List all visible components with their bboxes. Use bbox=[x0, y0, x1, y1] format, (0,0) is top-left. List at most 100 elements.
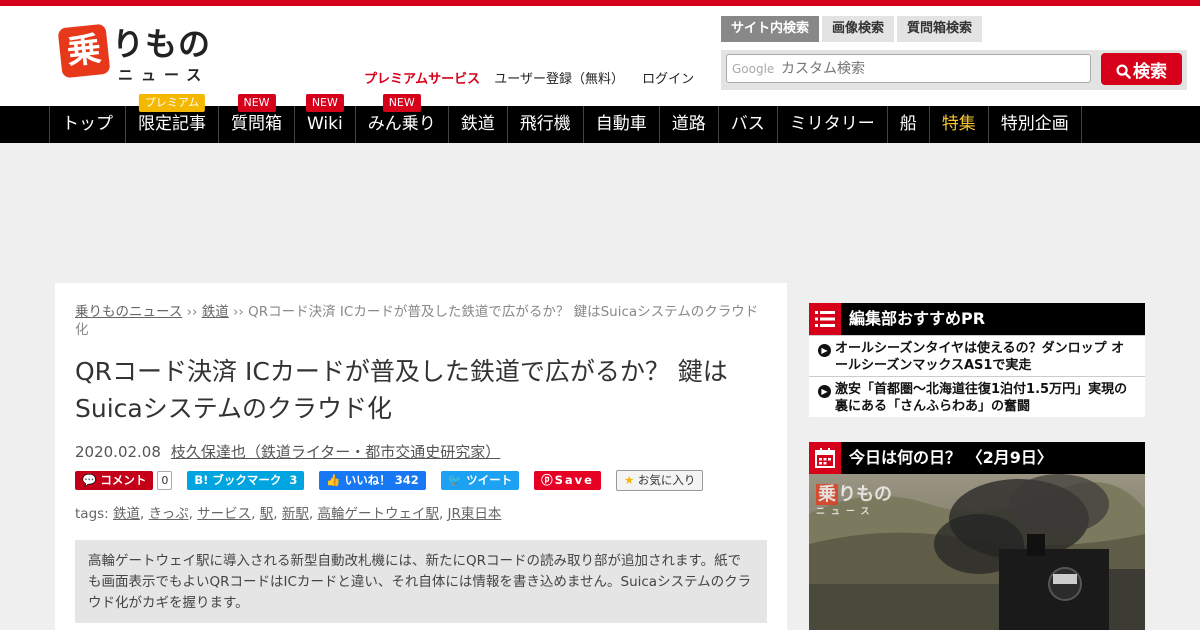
nav-item-wiki[interactable]: NEW Wiki bbox=[294, 94, 355, 143]
hatena-bookmark-button[interactable]: B! ブックマーク 3 bbox=[187, 471, 305, 490]
header-links: プレミアムサービス ユーザー登録（無料） ログイン bbox=[364, 68, 708, 87]
site-logo[interactable]: 乗 りもの ニュース bbox=[57, 23, 230, 86]
nav-label: 質問箱 bbox=[231, 114, 282, 134]
article-meta: 2020.02.08 枝久保達也（鉄道ライター・都市交通史研究家） bbox=[75, 441, 500, 462]
nav-item-feature[interactable]: 特集 bbox=[928, 106, 988, 143]
site-header: 乗 りもの ニュース プレミアムサービス ユーザー登録（無料） ログイン サイト… bbox=[0, 6, 1200, 106]
nav-label: トップ bbox=[62, 114, 113, 134]
nav-label: 船 bbox=[899, 114, 917, 134]
calendar-icon bbox=[809, 442, 841, 474]
share-buttons: 💬 コメント 0 B! ブックマーク 3 👍 いいね！ 342 🐦 ツイート ⓟ… bbox=[75, 470, 707, 491]
nav-label: 限定記事 bbox=[138, 114, 206, 134]
nav-label: みん乗り bbox=[367, 114, 436, 134]
tab-question-search[interactable]: 質問箱検索 bbox=[897, 16, 983, 42]
tag-link[interactable]: サービス bbox=[197, 506, 251, 522]
hatena-count: 3 bbox=[289, 473, 298, 487]
breadcrumb-home[interactable]: 乗りものニュース bbox=[75, 304, 182, 320]
pr-item[interactable]: ▶ 激安「首都圏～北海道往復1泊付1.5万円」実現の裏にある「さんふらわあ」の奮闘 bbox=[809, 376, 1145, 417]
tag-link[interactable]: 新駅 bbox=[282, 506, 309, 522]
pr-box: 編集部おすすめPR ▶ オールシーズンタイヤは使えるの？ダンロップ オールシーズン… bbox=[809, 303, 1145, 417]
comment-button[interactable]: 💬 コメント bbox=[75, 471, 154, 490]
logo-kana: りもの bbox=[112, 25, 212, 63]
nav-list: トップ プレミアム 限定記事 NEW 質問箱 NEW Wiki NEW みん乗り 鉄道 … bbox=[49, 94, 1082, 143]
today-box-title: 今日は何の日？ 〈2月9日〉 bbox=[849, 448, 1053, 467]
like-label: いいね！ bbox=[344, 473, 391, 487]
facebook-like-button[interactable]: 👍 いいね！ 342 bbox=[319, 471, 426, 490]
pr-item-text: 激安「首都圏～北海道往復1泊付1.5万円」実現の裏にある「さんふらわあ」の奮闘 bbox=[835, 382, 1128, 414]
tab-site-search[interactable]: サイト内検索 bbox=[721, 16, 820, 42]
comment-label: コメント bbox=[100, 473, 147, 487]
nav-item-limited[interactable]: プレミアム 限定記事 bbox=[125, 94, 218, 143]
nav-label: 特集 bbox=[941, 114, 976, 134]
nav-item-ship[interactable]: 船 bbox=[886, 106, 929, 143]
article-tags: tags: 鉄道, きっぷ, サービス, 駅, 新駅, 高輪ゲートウェイ駅, J… bbox=[75, 506, 502, 522]
breadcrumb-sep: ›› bbox=[182, 304, 202, 320]
tag-link[interactable]: 鉄道 bbox=[113, 506, 140, 522]
nav-label: 道路 bbox=[671, 114, 706, 134]
star-icon: ★ bbox=[623, 473, 635, 487]
pinterest-save-button[interactable]: ⓟSave bbox=[534, 471, 601, 490]
tag-link[interactable]: 駅 bbox=[260, 506, 274, 522]
register-link[interactable]: ユーザー登録（無料） bbox=[494, 72, 624, 87]
comment-icon: 💬 bbox=[82, 473, 97, 487]
pr-box-title: 編集部おすすめPR bbox=[849, 309, 986, 328]
today-box-header: 今日は何の日？ 〈2月9日〉 bbox=[809, 442, 1145, 474]
tag-link[interactable]: JR東日本 bbox=[448, 506, 502, 522]
search-input[interactable] bbox=[726, 54, 1091, 83]
tab-image-search[interactable]: 画像検索 bbox=[822, 16, 895, 42]
nav-item-military[interactable]: ミリタリー bbox=[776, 106, 887, 143]
logo-news: ニュース bbox=[118, 66, 210, 84]
nav-item-minnori[interactable]: NEW みん乗り bbox=[354, 94, 448, 143]
favorite-button[interactable]: ★ お気に入り bbox=[615, 470, 704, 491]
search-tabs: サイト内検索 画像検索 質問箱検索 bbox=[721, 16, 985, 42]
list-icon bbox=[809, 303, 841, 335]
premium-service-link[interactable]: プレミアムサービス bbox=[364, 72, 480, 87]
hatena-label: B! ブックマーク bbox=[194, 473, 282, 487]
nav-item-questions[interactable]: NEW 質問箱 bbox=[218, 94, 294, 143]
nav-label: 鉄道 bbox=[460, 114, 495, 134]
nav-label: バス bbox=[730, 114, 765, 134]
nav-item-bus[interactable]: バス bbox=[717, 106, 777, 143]
pr-item[interactable]: ▶ オールシーズンタイヤは使えるの？ダンロップ オールシーズンマックスAS1で実走 bbox=[809, 335, 1145, 376]
ad-area bbox=[0, 143, 1200, 283]
tag-link[interactable]: きっぷ bbox=[149, 506, 189, 522]
new-badge: NEW bbox=[237, 94, 276, 112]
nav-label: 飛行機 bbox=[519, 114, 571, 134]
article-lead: 高輪ゲートウェイ駅に導入される新型自動改札機には、新たにQRコードの読み取り部が… bbox=[75, 540, 767, 623]
nav-item-railway[interactable]: 鉄道 bbox=[447, 106, 507, 143]
pinterest-icon: ⓟ bbox=[541, 473, 555, 487]
nav-item-airplane[interactable]: 飛行機 bbox=[506, 106, 583, 143]
steam-locomotive-photo[interactable]: 乗りもの ニュース bbox=[809, 474, 1145, 630]
twitter-bird-icon: 🐦 bbox=[447, 473, 463, 487]
tweet-label: ツイート bbox=[466, 473, 513, 487]
search-icon bbox=[1116, 63, 1131, 79]
article-date: 2020.02.08 bbox=[75, 443, 161, 461]
article-author[interactable]: 枝久保達也（鉄道ライター・都市交通史研究家） bbox=[171, 443, 500, 461]
nav-item-special[interactable]: 特別企画 bbox=[987, 106, 1082, 143]
nav-label: Wiki bbox=[307, 114, 343, 134]
photo-logo-kana: りもの bbox=[838, 484, 892, 505]
search-box: Google 検索 bbox=[721, 50, 1187, 90]
thumbs-up-icon: 👍 bbox=[326, 473, 341, 487]
like-count: 342 bbox=[394, 473, 419, 487]
new-badge: NEW bbox=[382, 94, 421, 112]
tweet-button[interactable]: 🐦 ツイート bbox=[440, 471, 520, 490]
search-button-label: 検索 bbox=[1133, 61, 1167, 82]
breadcrumb: 乗りものニュース ›› 鉄道 ›› QRコード決済 ICカードが普及した鉄道で広… bbox=[75, 303, 767, 339]
nav-item-top[interactable]: トップ bbox=[49, 106, 125, 143]
comment-count: 0 bbox=[157, 471, 173, 490]
chevron-right-icon: ▶ bbox=[818, 385, 831, 398]
logo-kanji: 乗 bbox=[57, 23, 111, 79]
new-badge: NEW bbox=[305, 94, 344, 112]
nav-item-car[interactable]: 自動車 bbox=[582, 106, 659, 143]
photo-logo-news: ニュース bbox=[816, 507, 876, 517]
pr-box-header: 編集部おすすめPR bbox=[809, 303, 1145, 335]
tag-link[interactable]: 高輪ゲートウェイ駅 bbox=[317, 506, 439, 522]
breadcrumb-category[interactable]: 鉄道 bbox=[202, 304, 229, 320]
search-button[interactable]: 検索 bbox=[1101, 53, 1182, 85]
breadcrumb-sep: ›› bbox=[228, 304, 249, 320]
premium-badge: プレミアム bbox=[138, 94, 206, 112]
nav-item-road[interactable]: 道路 bbox=[658, 106, 718, 143]
tags-label: tags: bbox=[75, 506, 109, 522]
login-link[interactable]: ログイン bbox=[642, 72, 694, 87]
